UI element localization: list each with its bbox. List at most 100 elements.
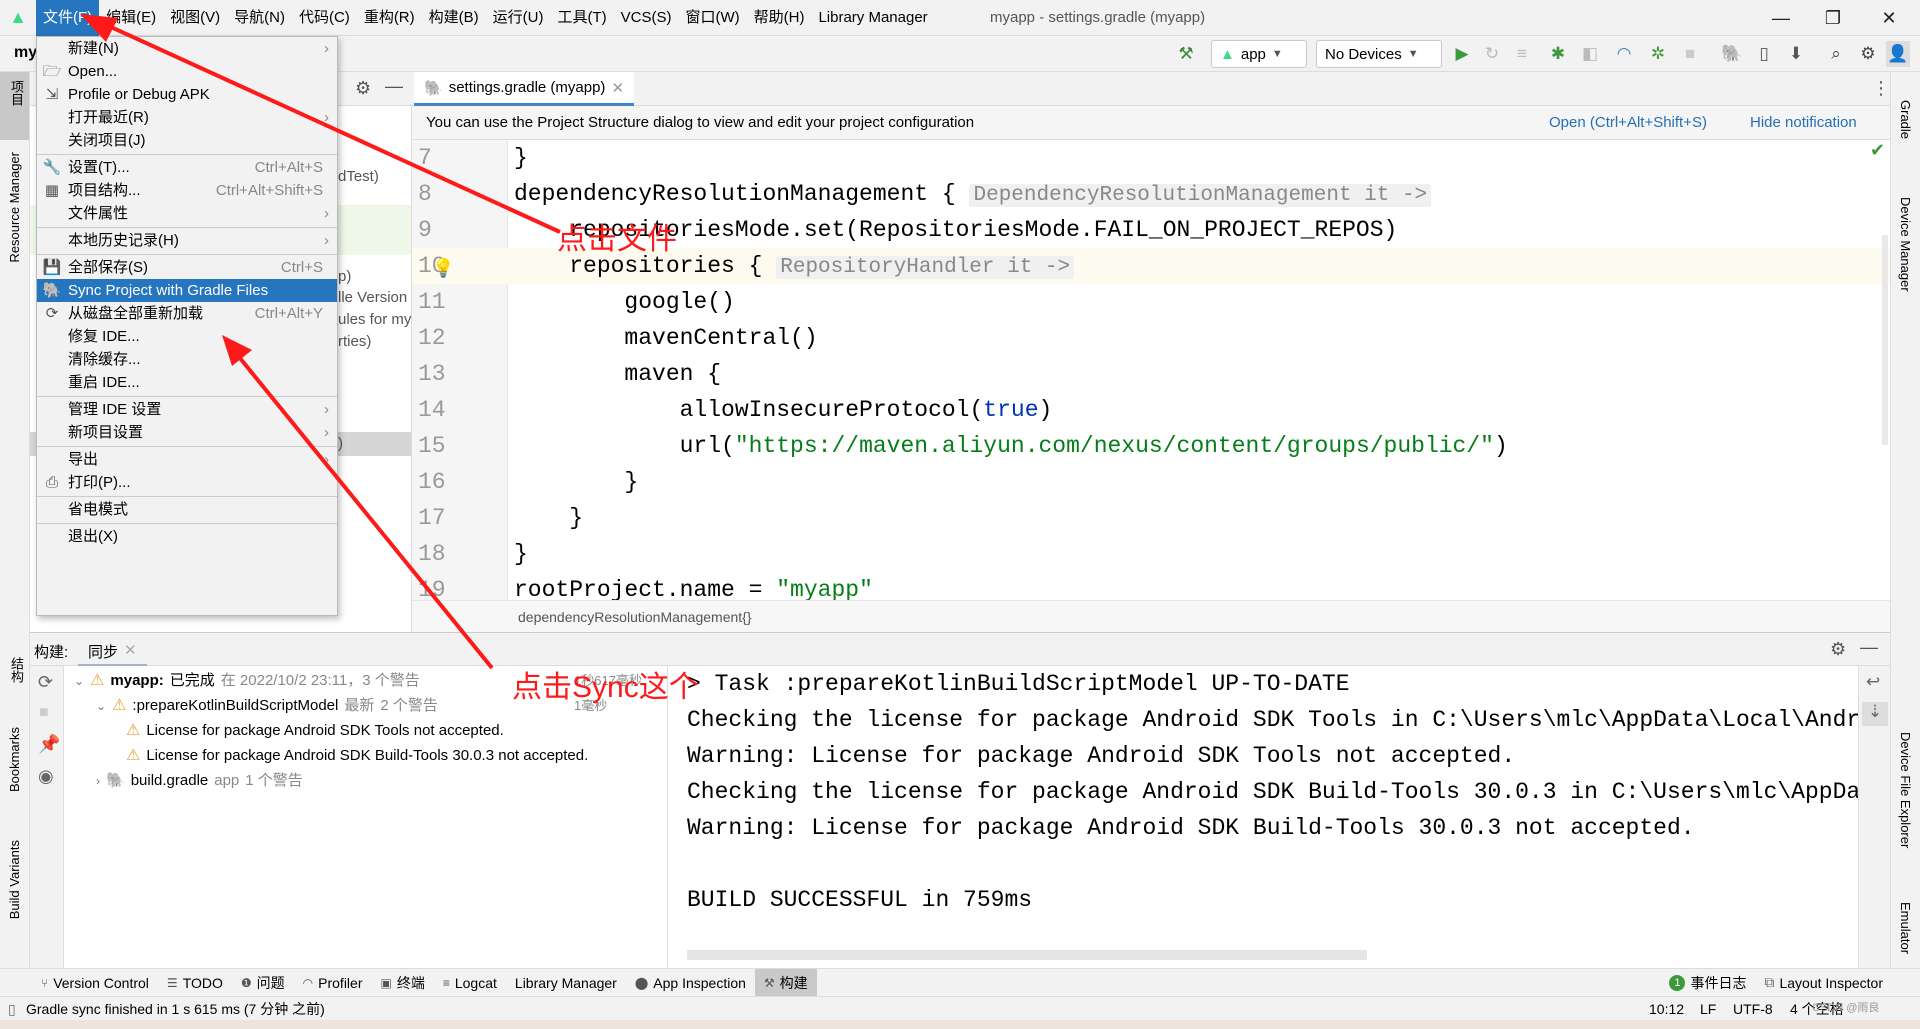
file-menu-item[interactable]: 省电模式 [37, 498, 337, 521]
menu-5[interactable]: 重构(R) [357, 0, 422, 36]
run-icon[interactable]: ▶ [1450, 41, 1474, 67]
tab-settings-gradle[interactable]: 🐘 settings.gradle (myapp) ✕ [414, 72, 635, 106]
console-horizontal-scrollbar[interactable] [687, 950, 1367, 960]
file-menu-item[interactable]: 管理 IDE 设置 › [37, 398, 337, 421]
file-menu-item[interactable]: 本地历史记录(H) › [37, 229, 337, 252]
open-project-structure-link[interactable]: Open (Ctrl+Alt+Shift+S) [1549, 114, 1707, 131]
apply-code-changes-icon[interactable]: ≡ [1510, 41, 1534, 67]
apply-changes-icon[interactable]: ↻ [1480, 41, 1504, 67]
stop-icon[interactable]: ■ [39, 704, 49, 722]
tool-window-4[interactable]: ▣ 终端 [372, 969, 434, 997]
layout-inspector-button[interactable]: ⧉ Layout Inspector [1755, 969, 1892, 997]
build-tree-node[interactable]: ⌄ ⚠:prepareKotlinBuildScriptModel 最新 2 个警告 1… [96, 694, 607, 718]
chevron-right-icon[interactable]: › [96, 769, 100, 793]
build-console[interactable]: > Task :prepareKotlinBuildScriptModel UP… [668, 666, 1858, 968]
refresh-icon[interactable]: ⟳ [38, 672, 53, 693]
event-log-button[interactable]: 1 事件日志 [1660, 969, 1755, 997]
device-manager-tool-button[interactable]: Device Manager [1898, 197, 1913, 292]
file-menu-item[interactable]: ⇲ Profile or Debug APK [37, 83, 337, 106]
device-manager-icon[interactable]: ▯ [1752, 41, 1776, 67]
gradle-sync-icon[interactable]: 🐘 [1720, 41, 1744, 67]
search-icon[interactable]: ⌕ [1824, 41, 1848, 67]
profiler-icon[interactable]: ◠ [1612, 41, 1636, 67]
file-menu-item[interactable]: ▦ 项目结构... Ctrl+Alt+Shift+S [37, 179, 337, 202]
scroll-to-end-icon[interactable]: ⇣ [1862, 702, 1888, 726]
project-tree-item[interactable]: ules for my [338, 311, 411, 328]
run-config-dropdown[interactable]: ▲ app ▼ [1211, 40, 1307, 68]
breadcrumb[interactable]: dependencyResolutionManagement{} [412, 600, 1890, 632]
file-menu-item[interactable]: 修复 IDE... [37, 325, 337, 348]
device-file-explorer-tool-button[interactable]: Device File Explorer [1898, 732, 1913, 848]
close-tab-icon[interactable]: ✕ [124, 641, 137, 659]
project-name[interactable]: my [14, 44, 37, 62]
stop-icon[interactable]: ■ [1678, 41, 1702, 67]
project-tool-button[interactable]: 项目 [0, 72, 29, 140]
hide-icon[interactable]: — [385, 76, 403, 97]
line-separator[interactable]: LF [1700, 997, 1716, 1021]
avatar[interactable]: 👤 [1886, 41, 1910, 67]
bookmarks-tool-button[interactable]: Bookmarks [7, 727, 22, 792]
project-tree-item[interactable]: dTest) [338, 168, 379, 185]
build-tree-node[interactable]: ⚠ License for package Android SDK Build-T… [126, 744, 588, 768]
menu-9[interactable]: VCS(S) [614, 0, 679, 36]
code-editor[interactable]: 7} 8 dependencyResolutionManagement { Depe… [412, 140, 1890, 600]
coverage-icon[interactable]: ◧ [1578, 41, 1602, 67]
gear-icon[interactable]: ⚙ [1856, 41, 1880, 67]
file-menu-item[interactable]: 清除缓存... [37, 348, 337, 371]
file-menu-item[interactable]: 关闭项目(J) [37, 129, 337, 152]
structure-tool-button[interactable]: 结构 [7, 657, 26, 683]
build-variants-tool-button[interactable]: Build Variants [7, 840, 22, 919]
tab-sync[interactable]: 同步 ✕ [78, 633, 147, 667]
status-message[interactable]: Gradle sync finished in 1 s 615 ms (7 分钟… [26, 997, 325, 1021]
project-tree-item[interactable]: rties) [338, 333, 371, 350]
file-menu-item[interactable]: 🗁 Open... [37, 60, 337, 83]
emulator-tool-button[interactable]: Emulator [1898, 902, 1913, 954]
menu-10[interactable]: 窗口(W) [678, 0, 746, 36]
tool-window-1[interactable]: ☰ TODO [158, 969, 232, 997]
debug-icon[interactable]: ✱ [1546, 41, 1570, 67]
tool-window-7[interactable]: ⬤ App Inspection [626, 969, 755, 997]
build-tree-node[interactable]: › 🐘 build.gradle app 1 个警告 [96, 769, 303, 793]
menu-6[interactable]: 构建(B) [422, 0, 486, 36]
build-tree-node[interactable]: ⌄ ⚠ myapp: 已完成在 2022/10/2 23:11，3 个警告 1秒617毫… [74, 669, 642, 693]
hide-icon[interactable]: — [1860, 637, 1878, 658]
file-menu-item[interactable]: 🐘 Sync Project with Gradle Files [37, 279, 337, 302]
tool-window-5[interactable]: ≡ Logcat [434, 969, 506, 997]
restore-button[interactable]: ❐ [1810, 0, 1856, 36]
pin-icon[interactable]: 📌 [38, 734, 60, 755]
menu-8[interactable]: 工具(T) [550, 0, 613, 36]
file-menu-item[interactable]: 退出(X) [37, 525, 337, 548]
file-menu-item[interactable]: 💾 全部保存(S) Ctrl+S [37, 256, 337, 279]
chevron-down-icon[interactable]: ⌄ [96, 694, 106, 718]
gradle-tool-button[interactable]: Gradle [1898, 100, 1913, 139]
tool-window-3[interactable]: ◠ Profiler [294, 969, 372, 997]
tool-window-0[interactable]: ⑂ Version Control [32, 969, 158, 997]
status-toggle-icon[interactable]: ▯ [8, 997, 16, 1021]
more-icon[interactable]: ⋮ [1872, 78, 1890, 99]
resource-manager-tool-button[interactable]: Resource Manager [7, 152, 22, 263]
file-encoding[interactable]: UTF-8 [1733, 997, 1773, 1021]
menu-12[interactable]: Library Manager [811, 0, 934, 36]
soft-wrap-icon[interactable]: ↩ [1866, 672, 1880, 692]
build-hammer-icon[interactable]: ⚒ [1174, 41, 1198, 67]
project-tree-item[interactable]: p) [338, 268, 351, 285]
gear-icon[interactable]: ⚙ [355, 78, 371, 99]
sdk-manager-icon[interactable]: ⬇ [1784, 41, 1808, 67]
menu-0[interactable]: 文件(F) [36, 0, 100, 36]
menu-4[interactable]: 代码(C) [292, 0, 357, 36]
file-menu-item[interactable]: 🔧 设置(T)... Ctrl+Alt+S [37, 156, 337, 179]
tool-window-6[interactable]: Library Manager [506, 969, 626, 997]
tool-window-2[interactable]: ❶ 问题 [232, 969, 294, 997]
file-menu-item[interactable]: 文件属性 › [37, 202, 337, 225]
attach-debugger-icon[interactable]: ✲ [1646, 41, 1670, 67]
minimize-button[interactable]: — [1758, 0, 1804, 36]
editor-scrollbar[interactable] [1882, 235, 1888, 445]
file-menu-item[interactable]: 导出 › [37, 448, 337, 471]
menu-3[interactable]: 导航(N) [227, 0, 292, 36]
chevron-down-icon[interactable]: ⌄ [74, 669, 84, 693]
menu-2[interactable]: 视图(V) [163, 0, 227, 36]
tool-window-8[interactable]: ⚒ 构建 [754, 968, 817, 997]
file-menu-item[interactable]: ⎙ 打印(P)... [37, 471, 337, 494]
menu-7[interactable]: 运行(U) [486, 0, 551, 36]
close-tab-icon[interactable]: ✕ [611, 79, 624, 97]
